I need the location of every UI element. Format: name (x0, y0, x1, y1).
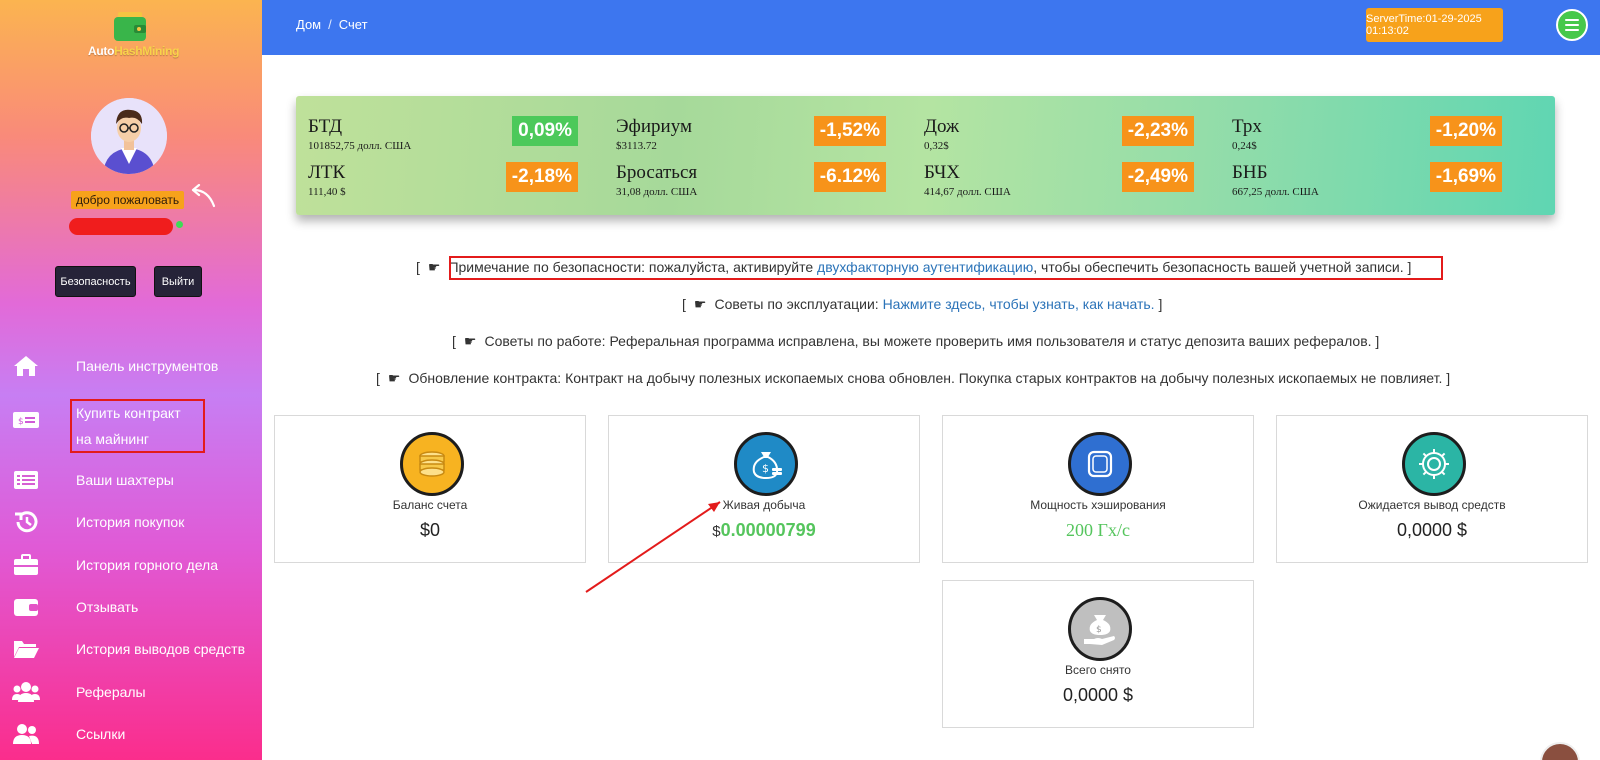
security-note: [☛ Примечание по безопасности: пожалуйста… (416, 259, 1412, 275)
wallet-logo-icon (114, 12, 146, 41)
hashrate-card: Мощность хэширования 200 Гх/с (942, 415, 1254, 563)
wallet-icon (14, 599, 38, 616)
svg-text:$: $ (1096, 625, 1102, 635)
history-icon (15, 511, 38, 533)
svg-text:$: $ (18, 417, 24, 427)
total-withdrawn-card: $ Всего снято 0,0000 $ (942, 580, 1254, 728)
money-bag-icon: $ (734, 432, 798, 496)
ticker-item: БЧХ 414,67 долл. США -2,49% (912, 156, 1202, 202)
contract-note: [☛ Обновление контракта: Контракт на добы… (376, 370, 1451, 386)
brand-name: AutoHashMining (88, 44, 180, 58)
ticker-item: Трх 0,24$ -1,20% (1220, 110, 1510, 156)
folder-open-icon (14, 641, 39, 658)
hashrate-value: 200 Гх/с (1066, 520, 1130, 540)
chat-avatar-button[interactable] (1540, 742, 1580, 760)
ticker-item: БТД 101852,75 долл. США 0,09% (296, 110, 586, 156)
gear-icon (1402, 432, 1466, 496)
ticker-item: Бросаться 31,08 долл. США -6.12% (604, 156, 894, 202)
how-to-start-link[interactable]: Нажмите здесь, чтобы узнать, как начать. (883, 296, 1155, 312)
pending-withdraw-card: Ожидается вывод средств 0,0000 $ (1276, 415, 1588, 563)
balance-card: Баланс счета $0 (274, 415, 586, 563)
pending-withdraw-value: 0,0000 $ (1396, 520, 1468, 540)
breadcrumb-separator: / (328, 17, 332, 32)
ticker-change: -2,18% (505, 162, 578, 192)
welcome-badge: добро пожаловать (71, 191, 185, 209)
user-avatar-icon (91, 98, 167, 174)
logout-button[interactable]: Выйти (154, 266, 202, 297)
breadcrumb-home[interactable]: Дом (296, 17, 321, 32)
pointing-hand-icon: ☛ (463, 333, 477, 349)
online-status-dot (176, 221, 183, 228)
hamburger-icon (1565, 19, 1579, 21)
two-factor-link[interactable]: двухфакторную аутентификацию (817, 259, 1033, 275)
hand-money-icon: $ (1068, 597, 1132, 661)
ticker-change: -6.12% (813, 162, 886, 192)
security-button[interactable]: Безопасность (55, 266, 136, 297)
nav-buy-contract[interactable]: $ Купить контракт на майнинг (0, 394, 262, 450)
breadcrumb-current: Счет (338, 17, 368, 32)
ticker-change: -2,49% (1121, 162, 1194, 192)
curved-arrow-icon (191, 184, 216, 208)
money-bill-icon: $ (13, 412, 39, 428)
briefcase-icon (14, 554, 38, 575)
pointing-hand-icon: ☛ (693, 296, 707, 312)
ticker-item: Дож 0,32$ -2,23% (912, 110, 1202, 156)
total-withdrawn-value: 0,0000 $ (1062, 685, 1134, 705)
balance-value: $0 (419, 520, 441, 540)
redacted-username (69, 218, 173, 235)
ticker-change: -2,23% (1121, 116, 1194, 146)
tips-note: [☛ Советы по эксплуатации: Нажмите здесь,… (682, 296, 1163, 312)
ticker-change: 0,09% (512, 116, 578, 146)
work-note: [☛ Советы по работе: Реферальная программ… (452, 333, 1380, 349)
ticker-change: -1,20% (1429, 116, 1502, 146)
ticker-change: -1,69% (1429, 162, 1502, 192)
menu-toggle-button[interactable] (1556, 9, 1588, 41)
breadcrumb: Дом / Счет (296, 17, 368, 32)
nav-referrals[interactable]: Рефералы (0, 672, 262, 712)
users-icon (12, 682, 40, 702)
ticker-item: БНБ 667,25 долл. США -1,69% (1220, 156, 1510, 202)
nav-links[interactable]: Ссылки (0, 714, 262, 754)
nav-miners[interactable]: Ваши шахтеры (0, 460, 262, 500)
ticker-item: ЛТК 111,40 $ -2,18% (296, 156, 586, 202)
nav-mining-history[interactable]: История горного дела (0, 545, 262, 585)
pointing-hand-icon: ☛ (427, 259, 441, 275)
chip-icon (1068, 432, 1132, 496)
nav-withdraw[interactable]: Отзывать (0, 587, 262, 627)
nav-purchase-history[interactable]: История покупок (0, 502, 262, 542)
home-icon (14, 356, 38, 376)
crypto-ticker: БТД 101852,75 долл. США 0,09% Эфириум $3… (296, 96, 1555, 215)
nav-dashboard[interactable]: Панель инструментов (0, 346, 262, 386)
list-icon (14, 471, 38, 489)
topbar: Дом / Счет ServerTime:01-29-2025 01:13:02 (262, 0, 1600, 55)
pointing-hand-icon: ☛ (387, 370, 401, 386)
nav-withdraw-history[interactable]: История выводов средств (0, 629, 262, 669)
live-mining-value: $0.00000799 (712, 520, 816, 540)
live-mining-card: $ Живая добыча $0.00000799 (608, 415, 920, 563)
user-friends-icon (13, 724, 39, 744)
ticker-change: -1,52% (813, 116, 886, 146)
svg-text:$: $ (762, 462, 769, 475)
brand-logo[interactable]: AutoHashMining (88, 8, 180, 60)
avatar (91, 98, 167, 174)
coins-icon (400, 432, 464, 496)
sidebar: AutoHashMining добро пожаловать Безопасн… (0, 0, 262, 760)
server-time-badge: ServerTime:01-29-2025 01:13:02 (1366, 8, 1503, 42)
ticker-item: Эфириум $3113.72 -1,52% (604, 110, 894, 156)
